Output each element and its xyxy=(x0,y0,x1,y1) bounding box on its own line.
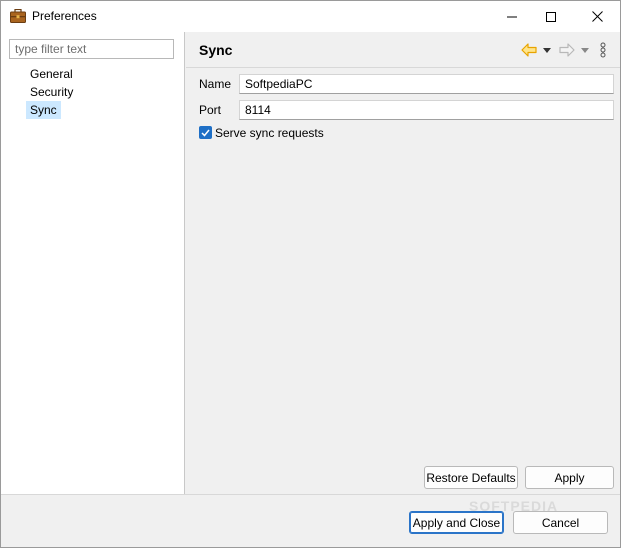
preference-page: Sync Name SoftpediaPC Port 8114 Serve sy… xyxy=(186,32,620,494)
filter-input[interactable] xyxy=(9,39,174,59)
serve-sync-label[interactable]: Serve sync requests xyxy=(215,126,324,140)
tree-item-security[interactable]: Security xyxy=(26,83,77,101)
chevron-down-icon[interactable] xyxy=(542,42,552,58)
window-title: Preferences xyxy=(32,9,97,23)
preferences-window: Preferences General Security Sync xyxy=(0,0,621,548)
tree-item-general[interactable]: General xyxy=(26,65,77,83)
page-title: Sync xyxy=(199,42,233,58)
serve-sync-checkbox[interactable] xyxy=(199,126,212,139)
briefcase-icon xyxy=(10,8,26,23)
tree-item-label: Sync xyxy=(26,101,61,119)
preference-tree-panel: General Security Sync xyxy=(1,32,185,494)
tree-item-label: General xyxy=(30,67,73,81)
port-label: Port xyxy=(199,103,222,117)
minimize-icon xyxy=(507,16,517,17)
preference-tree: General Security Sync xyxy=(26,65,77,119)
more-vertical-icon[interactable] xyxy=(598,42,608,58)
name-input[interactable] xyxy=(239,74,614,94)
port-input[interactable] xyxy=(239,100,614,120)
apply-button[interactable]: Apply xyxy=(525,466,614,489)
apply-and-close-button[interactable]: Apply and Close xyxy=(409,511,504,534)
maximize-button[interactable] xyxy=(528,1,574,32)
tree-item-sync[interactable]: Sync xyxy=(26,101,77,119)
close-button[interactable] xyxy=(574,1,620,32)
restore-defaults-button[interactable]: Restore Defaults xyxy=(424,466,518,489)
back-arrow-icon[interactable] xyxy=(520,42,538,58)
dialog-button-bar: Apply and Close Cancel xyxy=(1,494,620,547)
close-icon xyxy=(591,11,603,22)
maximize-icon xyxy=(546,11,556,22)
name-label: Name xyxy=(199,77,232,91)
chevron-down-icon[interactable] xyxy=(580,42,590,58)
title-bar[interactable]: Preferences xyxy=(1,1,620,32)
cancel-button[interactable]: Cancel xyxy=(513,511,608,534)
page-header: Sync xyxy=(186,32,620,68)
checkmark-icon xyxy=(201,129,210,137)
forward-arrow-icon[interactable] xyxy=(558,42,576,58)
tree-item-label: Security xyxy=(30,85,74,99)
